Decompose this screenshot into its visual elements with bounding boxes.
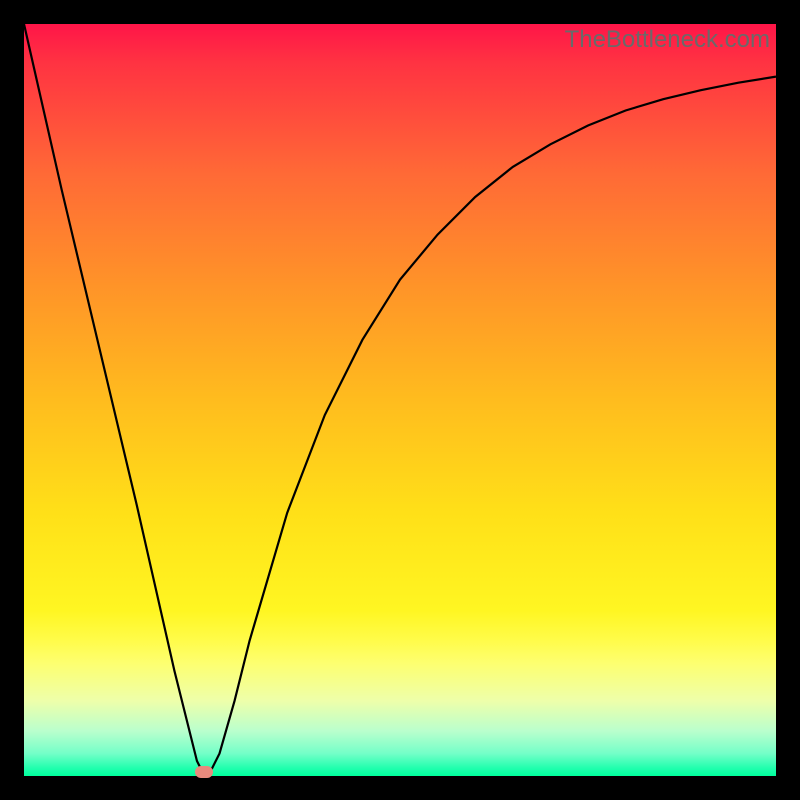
chart-container: TheBottleneck.com — [0, 0, 800, 800]
watermark-text: TheBottleneck.com — [565, 26, 770, 54]
bottleneck-curve — [24, 24, 776, 776]
optimal-point-marker — [195, 766, 213, 778]
plot-area: TheBottleneck.com — [24, 24, 776, 776]
